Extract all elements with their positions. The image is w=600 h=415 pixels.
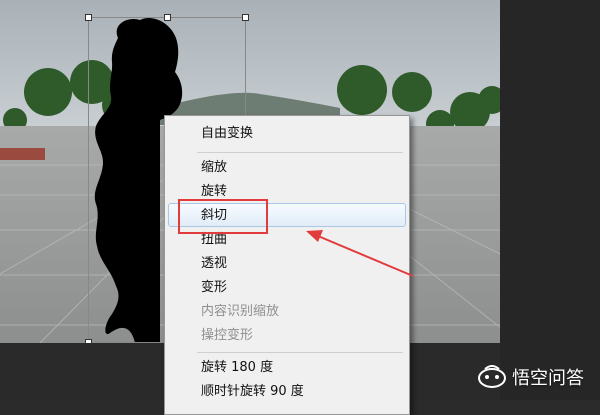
menu-item-rotate-90-cw[interactable]: 顺时针旋转 90 度 bbox=[201, 380, 304, 404]
menu-item-free-transform[interactable]: 自由变换 bbox=[201, 122, 253, 146]
menu-item-puppet-warp: 操控变形 bbox=[201, 328, 254, 343]
red-curb bbox=[0, 148, 45, 160]
menu-item-perspective[interactable]: 透视 bbox=[201, 252, 227, 276]
menu-item-rotate-180[interactable]: 旋转 180 度 bbox=[201, 356, 273, 380]
right-panel bbox=[500, 0, 600, 400]
watermark-text: 悟空问答 bbox=[512, 368, 584, 389]
menu-item-warp[interactable]: 变形 bbox=[201, 276, 227, 300]
wukong-logo-icon bbox=[478, 365, 506, 388]
annotation-highlight-box bbox=[178, 199, 268, 234]
menu-separator bbox=[197, 352, 403, 353]
menu-separator bbox=[197, 152, 403, 153]
transform-context-menu: 自由变换 缩放 旋转 斜切 扭曲 透视 变形 内容识别缩放 操控变形 旋转 18… bbox=[164, 115, 410, 415]
menu-item-content-aware-scale: 内容识别缩放 bbox=[201, 304, 280, 319]
watermark: 悟空问答 bbox=[477, 364, 584, 390]
menu-item-scale[interactable]: 缩放 bbox=[201, 156, 227, 180]
